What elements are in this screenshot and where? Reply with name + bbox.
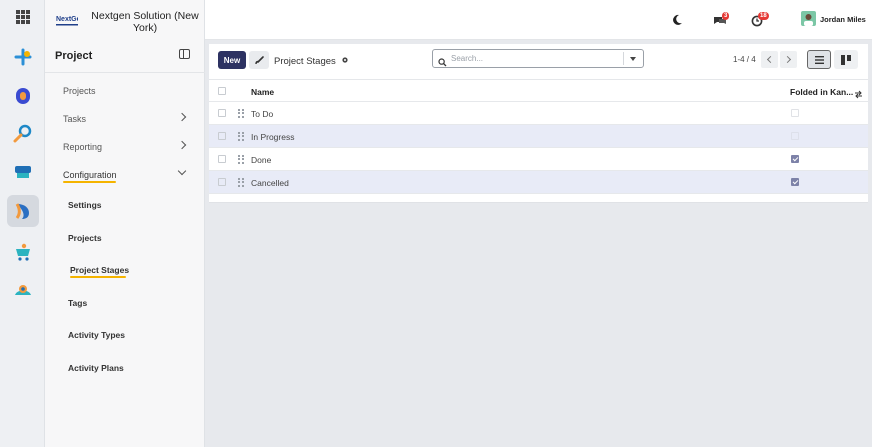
table-row[interactable]: Done [209, 148, 868, 171]
search-app-icon[interactable] [7, 118, 39, 150]
row-checkbox[interactable] [218, 155, 226, 163]
drag-handle-icon[interactable] [238, 132, 244, 141]
select-all-checkbox[interactable] [218, 87, 226, 95]
crm-app-icon[interactable] [7, 275, 39, 307]
settings-button[interactable] [249, 51, 269, 69]
stage-name: To Do [251, 109, 274, 119]
company-name: Nextgen Solution (New York) [91, 10, 199, 34]
pos-app-icon[interactable] [7, 156, 39, 188]
sidebar-subitem-tags[interactable]: Tags [68, 298, 87, 308]
sales-app-icon[interactable] [7, 236, 39, 268]
sidebar-item-configuration[interactable]: Configuration [63, 170, 117, 180]
sidebar-divider [45, 72, 205, 73]
row-checkbox[interactable] [218, 132, 226, 140]
breadcrumb: Project Stages [274, 56, 349, 67]
svg-text:NextGen: NextGen [56, 16, 78, 23]
page-title: Project Stages [274, 56, 336, 68]
stage-name: In Progress [251, 132, 295, 142]
column-header-folded[interactable]: Folded in Kan... [790, 87, 853, 97]
stage-name: Done [251, 155, 272, 165]
pager-previous-button[interactable] [761, 51, 778, 68]
user-name[interactable]: Jordan Miles [820, 15, 866, 24]
search-input[interactable] [451, 53, 621, 64]
sidebar-subitem-projects[interactable]: Projects [68, 233, 102, 243]
row-checkbox[interactable] [218, 109, 226, 117]
pager-value[interactable]: 1-4 / 4 [733, 55, 756, 64]
table-row[interactable]: Cancelled [209, 171, 868, 194]
folded-checkbox[interactable] [791, 178, 799, 186]
active-underline [63, 181, 116, 183]
drag-handle-icon[interactable] [238, 109, 244, 118]
chevron-right-icon[interactable] [177, 140, 187, 150]
chevron-right-icon[interactable] [177, 112, 187, 122]
new-button[interactable]: New [218, 51, 246, 69]
pager-next-button[interactable] [780, 51, 797, 68]
folded-checkbox[interactable] [791, 155, 799, 163]
dark-mode-moon-icon[interactable] [671, 13, 683, 31]
search-separator [623, 52, 624, 65]
messages-badge: 3 [722, 12, 730, 20]
sidebar-item-projects[interactable]: Projects [63, 86, 96, 96]
table-row[interactable]: To Do [209, 102, 868, 125]
drag-handle-icon[interactable] [238, 178, 244, 187]
project-app-icon[interactable] [7, 195, 39, 227]
company-logo: NextGen [56, 8, 85, 30]
folded-checkbox[interactable] [791, 132, 799, 140]
app-menu-icon[interactable] [16, 10, 30, 24]
chevron-down-icon[interactable] [177, 166, 187, 176]
discuss-app-icon[interactable] [7, 80, 39, 112]
sidebar-item-reporting[interactable]: Reporting [63, 142, 102, 152]
search-box[interactable] [432, 49, 644, 68]
sidebar-subitem-project-stages[interactable]: Project Stages [70, 265, 129, 275]
gear-icon[interactable] [341, 56, 349, 67]
sidebar-title: Project [55, 50, 93, 62]
active-underline [70, 276, 126, 278]
drag-handle-icon[interactable] [238, 155, 244, 164]
brush-icon [254, 55, 264, 64]
search-icon [438, 54, 447, 72]
app-rail [0, 0, 45, 447]
stage-name: Cancelled [251, 178, 289, 188]
control-panel: New Project Stages 1-4 / 4 [209, 44, 868, 80]
chevron-right-icon [783, 55, 792, 64]
chevron-left-icon [766, 55, 775, 64]
sidebar-collapse-icon[interactable] [179, 49, 190, 59]
sidebar: NextGen Nextgen Solution (New York) Proj… [45, 0, 205, 447]
avatar[interactable] [801, 11, 816, 26]
row-checkbox[interactable] [218, 178, 226, 186]
table-header: Name Folded in Kan... [209, 80, 868, 102]
sidebar-subitem-activity-plans[interactable]: Activity Plans [68, 363, 124, 373]
activities-badge: 18 [758, 12, 769, 20]
topbar: 3 18 Jordan Miles [205, 0, 872, 40]
sidebar-subitem-settings[interactable]: Settings [68, 200, 102, 210]
table-bottom-border [209, 202, 868, 203]
stages-table: Name Folded in Kan... To Do In Progress … [209, 80, 868, 202]
sidebar-subitem-activity-types[interactable]: Activity Types [68, 330, 125, 340]
column-header-name[interactable]: Name [251, 87, 274, 97]
search-dropdown-toggle[interactable] [630, 57, 636, 61]
connect-app-icon[interactable] [7, 41, 39, 73]
sidebar-item-tasks[interactable]: Tasks [63, 114, 86, 124]
folded-checkbox[interactable] [791, 109, 799, 117]
kanban-view-icon [841, 54, 851, 65]
table-row[interactable]: In Progress [209, 125, 868, 148]
list-view-button[interactable] [807, 50, 831, 69]
kanban-view-button[interactable] [834, 50, 858, 69]
list-view-icon [814, 55, 824, 64]
